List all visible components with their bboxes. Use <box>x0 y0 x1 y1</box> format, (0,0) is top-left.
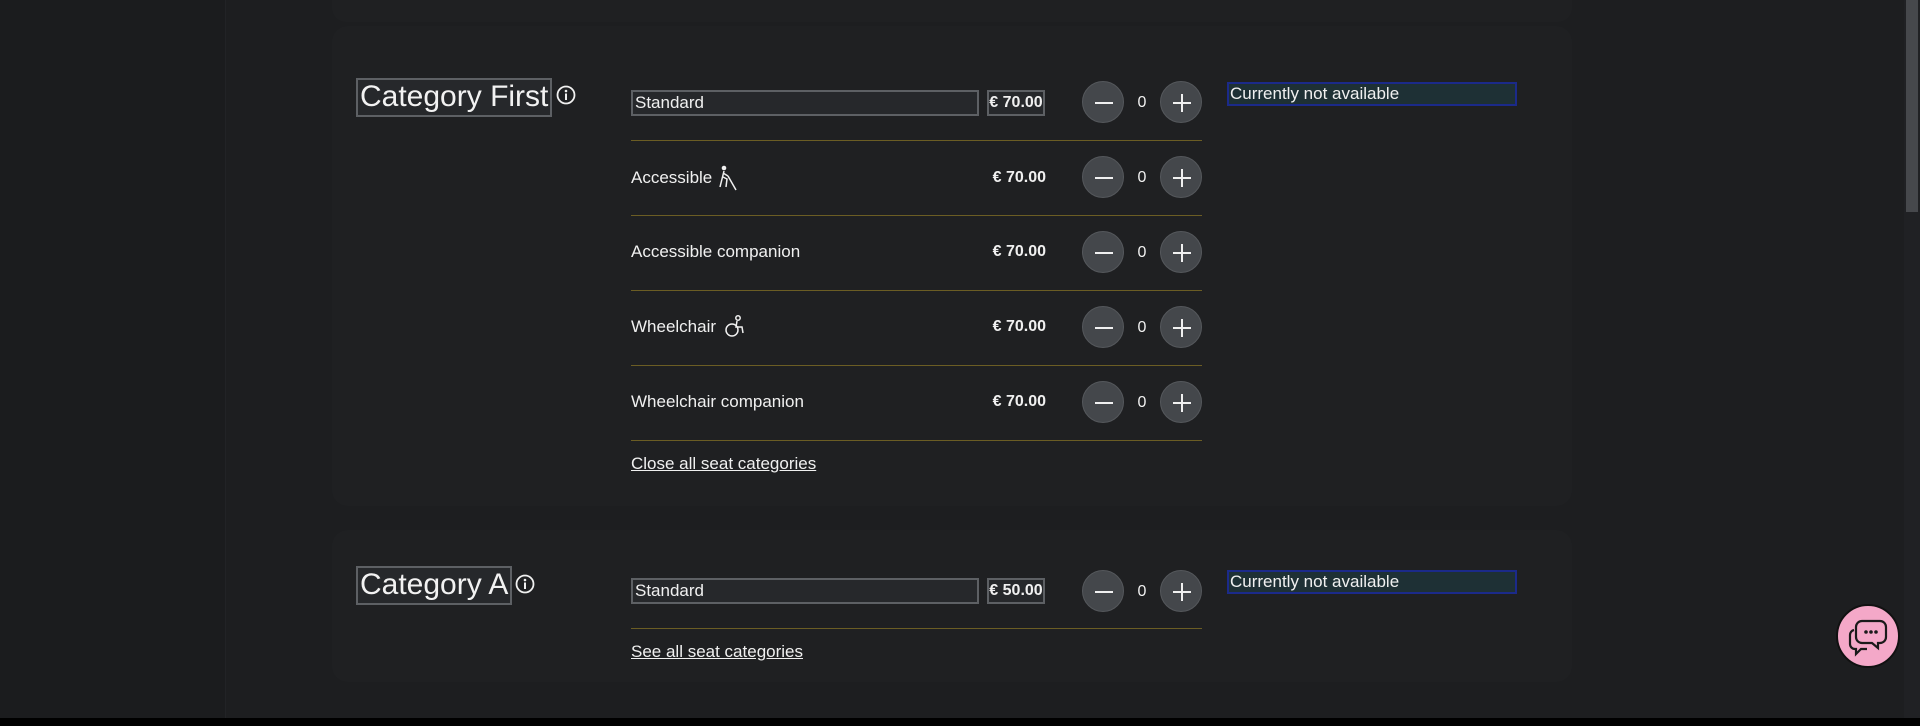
minus-icon <box>1095 102 1113 104</box>
quantity-value: 0 <box>1137 583 1147 600</box>
minus-icon <box>1095 402 1113 404</box>
row-divider <box>631 290 1202 291</box>
increment-button[interactable] <box>1160 570 1202 612</box>
price: € 50.00 <box>987 578 1045 604</box>
seat-category-standard: Standard <box>631 90 979 116</box>
availability-status: Currently not available <box>1227 82 1517 106</box>
increment-button[interactable] <box>1160 231 1202 273</box>
decrement-button[interactable] <box>1082 231 1124 273</box>
decrement-button[interactable] <box>1082 570 1124 612</box>
info-icon[interactable] <box>556 85 576 105</box>
increment-button[interactable] <box>1160 156 1202 198</box>
increment-button[interactable] <box>1160 306 1202 348</box>
wheelchair-icon <box>723 315 745 341</box>
quantity-value: 0 <box>1137 94 1147 111</box>
decrement-button[interactable] <box>1082 381 1124 423</box>
close-all-seat-categories-link[interactable]: Close all seat categories <box>631 453 816 475</box>
minus-icon <box>1095 591 1113 593</box>
category-title: Category First <box>356 78 553 117</box>
blind-person-icon <box>716 165 738 191</box>
see-all-seat-categories-link[interactable]: See all seat categories <box>631 641 803 663</box>
seat-category-standard: Standard <box>631 578 979 604</box>
category-card-a <box>332 530 1572 682</box>
seat-category-wheelchair-companion: Wheelchair companion <box>631 392 804 411</box>
quantity-value: 0 <box>1137 169 1147 186</box>
quantity-value: 0 <box>1137 244 1147 261</box>
row-divider <box>631 628 1202 629</box>
previous-card-bottom <box>332 0 1572 22</box>
plus-icon <box>1173 583 1191 601</box>
minus-icon <box>1095 327 1113 329</box>
minus-icon <box>1095 177 1113 179</box>
decrement-button[interactable] <box>1082 156 1124 198</box>
availability-status: Currently not available <box>1227 570 1517 594</box>
row-divider <box>631 440 1202 441</box>
increment-button[interactable] <box>1160 381 1202 423</box>
seat-category-accessible-companion: Accessible companion <box>631 242 801 261</box>
price: € 70.00 <box>992 393 1046 410</box>
price: € 70.00 <box>992 243 1046 260</box>
row-divider <box>631 365 1202 366</box>
info-icon[interactable] <box>515 574 535 594</box>
bottom-edge <box>0 718 1920 726</box>
price: € 70.00 <box>992 318 1046 335</box>
price: € 70.00 <box>992 169 1046 186</box>
decrement-button[interactable] <box>1082 306 1124 348</box>
plus-icon <box>1173 169 1191 187</box>
plus-icon <box>1173 319 1191 337</box>
plus-icon <box>1173 94 1191 112</box>
category-title: Category A <box>356 566 513 605</box>
quantity-value: 0 <box>1137 319 1147 336</box>
plus-icon <box>1173 394 1191 412</box>
seat-category-wheelchair: Wheelchair <box>631 317 717 336</box>
scrollbar-thumb[interactable] <box>1906 0 1918 212</box>
row-divider <box>631 215 1202 216</box>
increment-button[interactable] <box>1160 81 1202 123</box>
minus-icon <box>1095 252 1113 254</box>
chat-button[interactable] <box>1836 604 1900 668</box>
chat-bubble-icon <box>1848 619 1888 657</box>
seat-category-accessible: Accessible <box>631 168 713 187</box>
plus-icon <box>1173 244 1191 262</box>
left-margin <box>0 0 225 718</box>
quantity-value: 0 <box>1137 394 1147 411</box>
decrement-button[interactable] <box>1082 81 1124 123</box>
price: € 70.00 <box>987 90 1045 116</box>
row-divider <box>631 140 1202 141</box>
